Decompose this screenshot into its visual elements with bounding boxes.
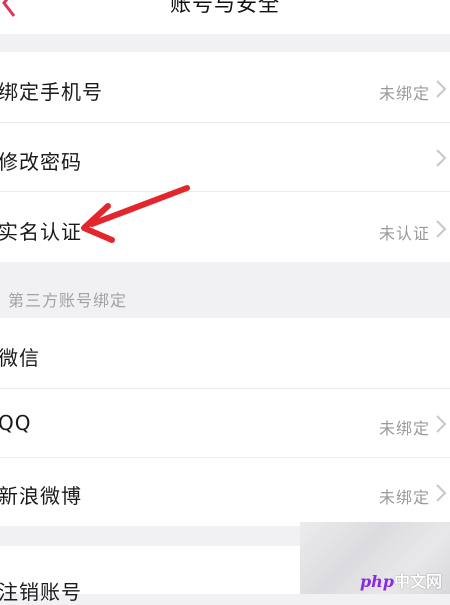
row-label: 修改密码: [0, 150, 82, 174]
row-weibo[interactable]: 新浪微博 未绑定: [0, 458, 450, 526]
row-status: 未绑定: [378, 419, 430, 438]
row-label: 新浪微博: [0, 484, 82, 508]
chevron-right-icon: [436, 80, 447, 98]
row-status: 未认证: [378, 224, 430, 243]
row-label: 注销账号: [0, 580, 82, 604]
chevron-right-icon: [436, 220, 447, 238]
watermark: php中文网: [300, 522, 450, 594]
chevron-right-icon: [436, 415, 447, 433]
row-bind-phone[interactable]: 绑定手机号 未绑定: [0, 52, 450, 122]
section-title-third-party: 第三方账号绑定: [8, 291, 128, 310]
header-bar: 账号与安全: [0, 0, 450, 34]
chevron-right-icon: [436, 149, 447, 167]
row-qq[interactable]: QQ 未绑定: [0, 389, 450, 457]
row-status: 未绑定: [378, 84, 430, 103]
watermark-cn: 中文网: [393, 572, 442, 591]
row-wechat[interactable]: 微信: [0, 318, 450, 388]
page-title: 账号与安全: [170, 0, 280, 16]
watermark-php: php: [359, 572, 394, 591]
row-label: 实名认证: [0, 220, 82, 244]
row-label: 绑定手机号: [0, 80, 103, 104]
chevron-right-icon: [436, 484, 447, 502]
row-label: QQ: [0, 411, 32, 435]
watermark-text: php中文网: [360, 568, 442, 592]
row-real-name-verification[interactable]: 实名认证 未认证: [0, 192, 450, 262]
row-change-password[interactable]: 修改密码: [0, 123, 450, 191]
row-label: 微信: [0, 346, 40, 370]
row-status: 未绑定: [378, 488, 430, 507]
